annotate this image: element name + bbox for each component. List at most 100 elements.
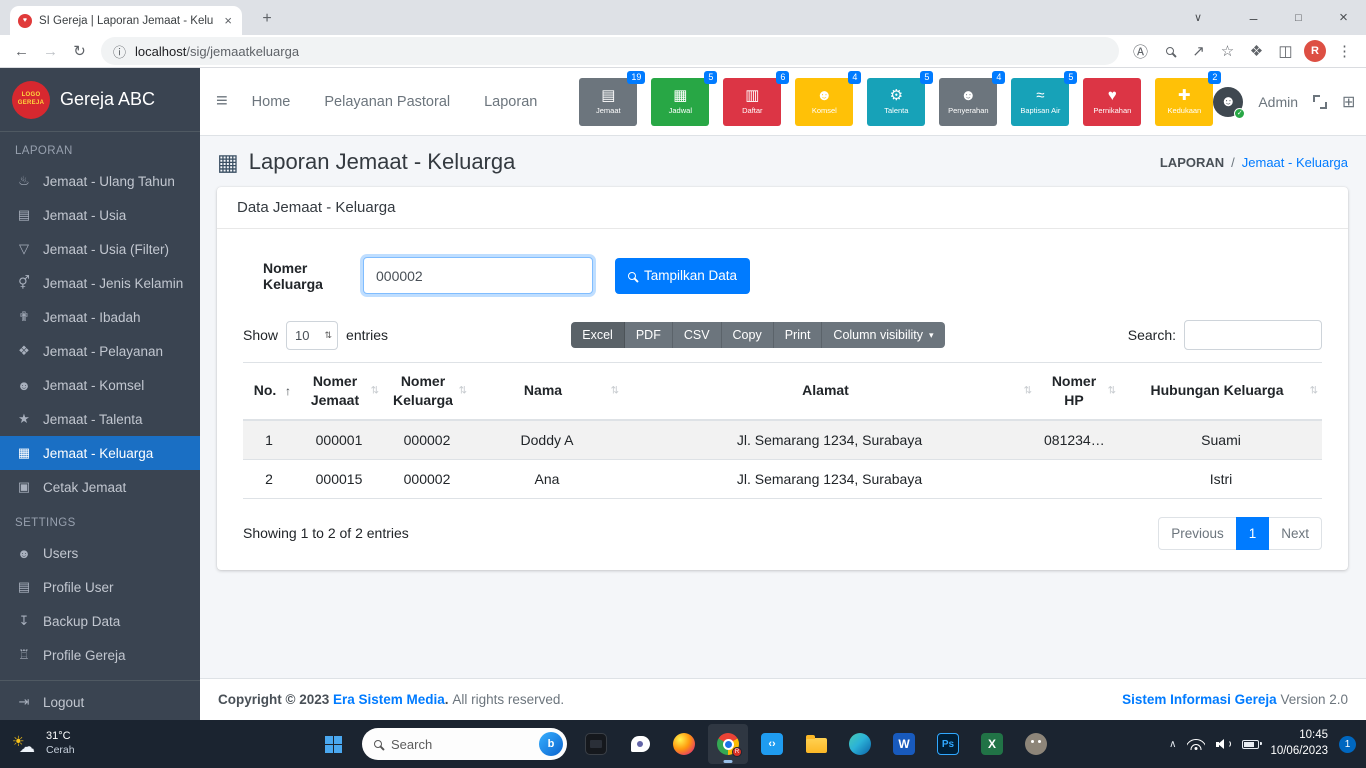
wifi-icon[interactable] bbox=[1187, 738, 1205, 750]
chrome-icon[interactable]: R bbox=[708, 724, 748, 764]
share-icon[interactable]: ↗ bbox=[1185, 38, 1212, 64]
pdf-button[interactable]: PDF bbox=[625, 322, 673, 348]
media-app-icon[interactable] bbox=[576, 724, 616, 764]
tile-penyerahan[interactable]: 4☻Penyerahan bbox=[939, 78, 997, 126]
sort-icon: ⇅ bbox=[459, 384, 467, 398]
grid-menu-icon[interactable]: ⊞ bbox=[1342, 92, 1355, 112]
window-maximize-button[interactable]: □ bbox=[1276, 0, 1321, 35]
fullscreen-icon[interactable] bbox=[1313, 95, 1327, 109]
column-header-hubungan-keluarga[interactable]: Hubungan Keluarga⇅ bbox=[1120, 363, 1322, 420]
taskbar-search[interactable]: Search b bbox=[362, 728, 567, 760]
battery-icon[interactable] bbox=[1242, 740, 1259, 749]
column-header-alamat[interactable]: Alamat⇅ bbox=[623, 363, 1036, 420]
sidebar-item-profile-user[interactable]: ▤Profile User bbox=[0, 570, 200, 604]
sidebar-item-users[interactable]: ☻Users bbox=[0, 536, 200, 570]
tile-daftar[interactable]: 6▥Daftar bbox=[723, 78, 781, 126]
sidebar-item-jemaat-jenis-kelamin[interactable]: ⚥Jemaat - Jenis Kelamin bbox=[0, 266, 200, 300]
previous-page-button[interactable]: Previous bbox=[1158, 517, 1237, 550]
nomer-keluarga-input[interactable] bbox=[363, 257, 593, 294]
edge-icon[interactable] bbox=[840, 724, 880, 764]
firefox-icon[interactable] bbox=[664, 724, 704, 764]
brand[interactable]: LOGOGEREJA Gereja ABC bbox=[0, 68, 200, 132]
admin-name[interactable]: Admin bbox=[1258, 94, 1298, 110]
tab-close-icon[interactable]: × bbox=[222, 13, 234, 28]
table-row: 2 000015 000002 Ana Jl. Semarang 1234, S… bbox=[243, 459, 1322, 498]
translate-icon[interactable]: Ⓐ bbox=[1127, 38, 1154, 64]
column-header-no[interactable]: No.↑ bbox=[243, 363, 295, 420]
tile-jadwal[interactable]: 5▦Jadwal bbox=[651, 78, 709, 126]
reload-icon[interactable]: ↻ bbox=[66, 38, 93, 64]
weather-widget[interactable]: ☀☁ 31°CCerah bbox=[0, 720, 87, 768]
tile-baptisan-air[interactable]: 5≈Baptisan Air bbox=[1011, 78, 1069, 126]
page-1-button[interactable]: 1 bbox=[1236, 517, 1270, 550]
sidebar-item-jemaat-ibadah[interactable]: ✟Jemaat - Ibadah bbox=[0, 300, 200, 334]
csv-button[interactable]: CSV bbox=[673, 322, 722, 348]
browser-tab[interactable]: ♥ SI Gereja | Laporan Jemaat - Kelu × bbox=[10, 6, 242, 35]
column-header-nomer-jemaat[interactable]: Nomer Jemaat⇅ bbox=[295, 363, 383, 420]
new-tab-button[interactable]: + bbox=[254, 6, 280, 32]
weather-temp: 31°C bbox=[46, 730, 71, 742]
extensions-icon[interactable]: ❖ bbox=[1243, 38, 1270, 64]
sidebar-item-jemaat-ulang-tahun[interactable]: ♨Jemaat - Ulang Tahun bbox=[0, 164, 200, 198]
sidebar-item-jemaat-usia[interactable]: ▤Jemaat - Usia bbox=[0, 198, 200, 232]
chat-icon[interactable] bbox=[620, 724, 660, 764]
side-panel-icon[interactable]: ◫ bbox=[1272, 38, 1299, 64]
print-button[interactable]: Print bbox=[774, 322, 823, 348]
tray-expand-icon[interactable]: ∧ bbox=[1169, 739, 1176, 750]
zoom-icon[interactable] bbox=[1156, 38, 1183, 64]
tile-jemaat[interactable]: 19▤Jemaat bbox=[579, 78, 637, 126]
breadcrumb-root[interactable]: LAPORAN bbox=[1160, 155, 1224, 170]
tile-komsel[interactable]: 4☻Komsel bbox=[795, 78, 853, 126]
start-button[interactable] bbox=[313, 724, 353, 764]
excel-button[interactable]: Excel bbox=[571, 322, 625, 348]
tampilkan-data-button[interactable]: Tampilkan Data bbox=[615, 258, 750, 294]
bookmark-star-icon[interactable]: ☆ bbox=[1214, 38, 1241, 64]
hamburger-icon[interactable]: ≡ bbox=[216, 90, 228, 113]
calendar-icon: ▦ bbox=[673, 88, 687, 103]
column-visibility-button[interactable]: Column visibility▾ bbox=[822, 322, 944, 348]
tile-pernikahan[interactable]: ♥Pernikahan bbox=[1083, 78, 1141, 126]
forward-icon[interactable]: → bbox=[37, 38, 64, 64]
column-header-nomer-keluarga[interactable]: Nomer Keluarga⇅ bbox=[383, 363, 471, 420]
sidebar-item-backup-data[interactable]: ↧Backup Data bbox=[0, 604, 200, 638]
sidebar-item-jemaat-keluarga[interactable]: ▦Jemaat - Keluarga bbox=[0, 436, 200, 470]
sidebar-item-jemaat-usia-filter[interactable]: ▽Jemaat - Usia (Filter) bbox=[0, 232, 200, 266]
admin-avatar[interactable]: ☻✓ bbox=[1213, 87, 1243, 117]
excel-icon[interactable]: X bbox=[972, 724, 1012, 764]
copy-button[interactable]: Copy bbox=[722, 322, 774, 348]
sidebar-item-jemaat-talenta[interactable]: ★Jemaat - Talenta bbox=[0, 402, 200, 436]
nav-link-home[interactable]: Home bbox=[252, 94, 291, 110]
sidebar-item-jemaat-pelayanan[interactable]: ❖Jemaat - Pelayanan bbox=[0, 334, 200, 368]
word-icon[interactable]: W bbox=[884, 724, 924, 764]
sidebar-item-cetak-jemaat[interactable]: ▣Cetak Jemaat bbox=[0, 470, 200, 504]
company-link[interactable]: Era Sistem Media bbox=[333, 692, 445, 707]
table-search-input[interactable] bbox=[1184, 320, 1322, 350]
volume-icon[interactable] bbox=[1216, 738, 1231, 750]
gimp-icon[interactable] bbox=[1016, 724, 1056, 764]
column-header-nama[interactable]: Nama⇅ bbox=[471, 363, 623, 420]
window-minimize-button[interactable]: – bbox=[1231, 0, 1276, 35]
url-bar[interactable]: ⓘ localhost/sig/jemaatkeluarga bbox=[101, 37, 1119, 65]
nav-link-pelayanan-pastoral[interactable]: Pelayanan Pastoral bbox=[324, 94, 450, 110]
tile-kedukaan[interactable]: 2✚Kedukaan bbox=[1155, 78, 1213, 126]
vscode-icon[interactable]: ‹› bbox=[752, 724, 792, 764]
next-page-button[interactable]: Next bbox=[1268, 517, 1322, 550]
window-close-button[interactable]: × bbox=[1321, 0, 1366, 35]
tab-search-chevron-icon[interactable]: ∨ bbox=[1177, 0, 1219, 35]
clock[interactable]: 10:4510/06/2023 bbox=[1270, 728, 1328, 759]
file-explorer-icon[interactable] bbox=[796, 724, 836, 764]
church-logo: LOGOGEREJA bbox=[12, 81, 50, 119]
nav-link-laporan[interactable]: Laporan bbox=[484, 94, 537, 110]
photoshop-icon[interactable]: Ps bbox=[928, 724, 968, 764]
site-info-icon[interactable]: ⓘ bbox=[113, 42, 126, 61]
back-icon[interactable]: ← bbox=[8, 38, 35, 64]
notification-badge[interactable]: 1 bbox=[1339, 736, 1356, 753]
column-header-nomer-hp[interactable]: Nomer HP⇅ bbox=[1036, 363, 1120, 420]
browser-menu-icon[interactable]: ⋮ bbox=[1331, 38, 1358, 64]
sidebar-item-jemaat-komsel[interactable]: ☻Jemaat - Komsel bbox=[0, 368, 200, 402]
sidebar-item-profile-gereja[interactable]: ♖Profile Gereja bbox=[0, 638, 200, 672]
sidebar-item-logout[interactable]: ⇥Logout bbox=[0, 685, 200, 719]
tile-talenta[interactable]: 5⚙Talenta bbox=[867, 78, 925, 126]
browser-profile-avatar[interactable]: R bbox=[1304, 40, 1326, 62]
page-length-select[interactable]: 10⇅ bbox=[286, 321, 338, 350]
